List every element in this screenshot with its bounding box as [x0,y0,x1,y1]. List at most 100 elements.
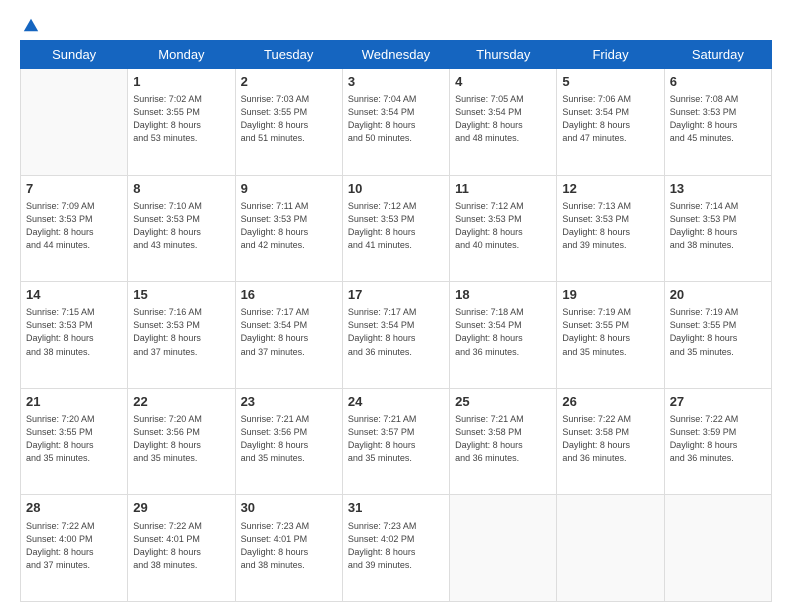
calendar-cell: 26 Sunrise: 7:22 AMSunset: 3:58 PMDayligh… [557,388,664,495]
day-number: 29 [133,499,229,517]
header [20,16,772,30]
calendar-cell: 14 Sunrise: 7:15 AMSunset: 3:53 PMDayligh… [21,282,128,389]
logo [20,16,40,30]
calendar-cell: 22 Sunrise: 7:20 AMSunset: 3:56 PMDayligh… [128,388,235,495]
logo-icon [22,16,40,34]
day-number: 21 [26,393,122,411]
day-info: Sunrise: 7:17 AMSunset: 3:54 PMDaylight:… [241,306,337,358]
day-info: Sunrise: 7:19 AMSunset: 3:55 PMDaylight:… [670,306,766,358]
day-number: 6 [670,73,766,91]
day-number: 31 [348,499,444,517]
day-number: 8 [133,180,229,198]
calendar-cell: 21 Sunrise: 7:20 AMSunset: 3:55 PMDayligh… [21,388,128,495]
calendar-cell [664,495,771,602]
day-number: 17 [348,286,444,304]
calendar-cell: 9 Sunrise: 7:11 AMSunset: 3:53 PMDaylight… [235,175,342,282]
calendar-cell: 28Sunrise: 7:22 AMSunset: 4:00 PMDayligh… [21,495,128,602]
calendar-cell: 23 Sunrise: 7:21 AMSunset: 3:56 PMDayligh… [235,388,342,495]
calendar-cell [450,495,557,602]
day-info: Sunrise: 7:22 AMSunset: 3:58 PMDaylight:… [562,413,658,465]
calendar-cell: 27 Sunrise: 7:22 AMSunset: 3:59 PMDayligh… [664,388,771,495]
calendar-cell: 29 Sunrise: 7:22 AMSunset: 4:01 PMDayligh… [128,495,235,602]
day-info: Sunrise: 7:21 AMSunset: 3:57 PMDaylight:… [348,413,444,465]
day-info: Sunrise: 7:11 AMSunset: 3:53 PMDaylight:… [241,200,337,252]
day-number: 22 [133,393,229,411]
day-info: Sunrise: 7:15 AMSunset: 3:53 PMDaylight:… [26,306,122,358]
day-number: 9 [241,180,337,198]
day-number: 18 [455,286,551,304]
calendar-cell [557,495,664,602]
calendar-cell: 10 Sunrise: 7:12 AMSunset: 3:53 PMDayligh… [342,175,449,282]
day-number: 26 [562,393,658,411]
day-info: Sunrise: 7:23 AMSunset: 4:02 PMDaylight:… [348,520,444,572]
day-info: Sunrise: 7:16 AMSunset: 3:53 PMDaylight:… [133,306,229,358]
calendar-cell: 16 Sunrise: 7:17 AMSunset: 3:54 PMDayligh… [235,282,342,389]
calendar-cell: 12 Sunrise: 7:13 AMSunset: 3:53 PMDayligh… [557,175,664,282]
day-info: Sunrise: 7:04 AMSunset: 3:54 PMDaylight:… [348,93,444,145]
day-info: Sunrise: 7:02 AMSunset: 3:55 PMDaylight:… [133,93,229,145]
day-number: 7 [26,180,122,198]
day-number: 16 [241,286,337,304]
day-info: Sunrise: 7:13 AMSunset: 3:53 PMDaylight:… [562,200,658,252]
day-info: Sunrise: 7:14 AMSunset: 3:53 PMDaylight:… [670,200,766,252]
calendar-cell: 7 Sunrise: 7:09 AMSunset: 3:53 PMDaylight… [21,175,128,282]
day-info: Sunrise: 7:12 AMSunset: 3:53 PMDaylight:… [348,200,444,252]
day-number: 30 [241,499,337,517]
calendar-cell: 2Sunrise: 7:03 AMSunset: 3:55 PMDaylight… [235,69,342,176]
day-number: 4 [455,73,551,91]
day-info: Sunrise: 7:18 AMSunset: 3:54 PMDaylight:… [455,306,551,358]
calendar-table: SundayMondayTuesdayWednesdayThursdayFrid… [20,40,772,602]
day-info: Sunrise: 7:05 AMSunset: 3:54 PMDaylight:… [455,93,551,145]
weekday-header: Wednesday [342,41,449,69]
calendar-cell: 17 Sunrise: 7:17 AMSunset: 3:54 PMDayligh… [342,282,449,389]
calendar-cell [21,69,128,176]
weekday-header: Sunday [21,41,128,69]
day-info: Sunrise: 7:20 AMSunset: 3:55 PMDaylight:… [26,413,122,465]
calendar-cell: 11Sunrise: 7:12 AMSunset: 3:53 PMDayligh… [450,175,557,282]
day-info: Sunrise: 7:21 AMSunset: 3:56 PMDaylight:… [241,413,337,465]
day-number: 13 [670,180,766,198]
day-number: 14 [26,286,122,304]
day-number: 23 [241,393,337,411]
day-number: 10 [348,180,444,198]
calendar-cell: 6 Sunrise: 7:08 AMSunset: 3:53 PMDaylight… [664,69,771,176]
day-info: Sunrise: 7:22 AMSunset: 4:01 PMDaylight:… [133,520,229,572]
calendar-cell: 13 Sunrise: 7:14 AMSunset: 3:53 PMDayligh… [664,175,771,282]
day-info: Sunrise: 7:22 AMSunset: 3:59 PMDaylight:… [670,413,766,465]
day-info: Sunrise: 7:17 AMSunset: 3:54 PMDaylight:… [348,306,444,358]
day-info: Sunrise: 7:21 AMSunset: 3:58 PMDaylight:… [455,413,551,465]
calendar-cell: 18 Sunrise: 7:18 AMSunset: 3:54 PMDayligh… [450,282,557,389]
calendar-cell: 19Sunrise: 7:19 AMSunset: 3:55 PMDayligh… [557,282,664,389]
day-number: 28 [26,499,122,517]
logo-text [20,16,40,34]
day-info: Sunrise: 7:08 AMSunset: 3:53 PMDaylight:… [670,93,766,145]
day-number: 20 [670,286,766,304]
weekday-header: Tuesday [235,41,342,69]
weekday-header: Saturday [664,41,771,69]
day-number: 2 [241,73,337,91]
calendar-cell: 4 Sunrise: 7:05 AMSunset: 3:54 PMDaylight… [450,69,557,176]
day-info: Sunrise: 7:09 AMSunset: 3:53 PMDaylight:… [26,200,122,252]
calendar-cell: 20 Sunrise: 7:19 AMSunset: 3:55 PMDayligh… [664,282,771,389]
day-number: 5 [562,73,658,91]
calendar-cell: 25 Sunrise: 7:21 AMSunset: 3:58 PMDayligh… [450,388,557,495]
calendar-cell: 8 Sunrise: 7:10 AMSunset: 3:53 PMDaylight… [128,175,235,282]
weekday-header: Friday [557,41,664,69]
day-number: 25 [455,393,551,411]
day-number: 11 [455,180,551,198]
calendar-cell: 5Sunrise: 7:06 AMSunset: 3:54 PMDaylight… [557,69,664,176]
day-info: Sunrise: 7:23 AMSunset: 4:01 PMDaylight:… [241,520,337,572]
day-number: 3 [348,73,444,91]
day-number: 12 [562,180,658,198]
day-info: Sunrise: 7:10 AMSunset: 3:53 PMDaylight:… [133,200,229,252]
day-number: 15 [133,286,229,304]
day-number: 1 [133,73,229,91]
day-number: 27 [670,393,766,411]
weekday-header: Thursday [450,41,557,69]
day-number: 19 [562,286,658,304]
day-info: Sunrise: 7:20 AMSunset: 3:56 PMDaylight:… [133,413,229,465]
calendar-cell: 31 Sunrise: 7:23 AMSunset: 4:02 PMDayligh… [342,495,449,602]
calendar-cell: 30 Sunrise: 7:23 AMSunset: 4:01 PMDayligh… [235,495,342,602]
page: SundayMondayTuesdayWednesdayThursdayFrid… [0,0,792,612]
weekday-header: Monday [128,41,235,69]
